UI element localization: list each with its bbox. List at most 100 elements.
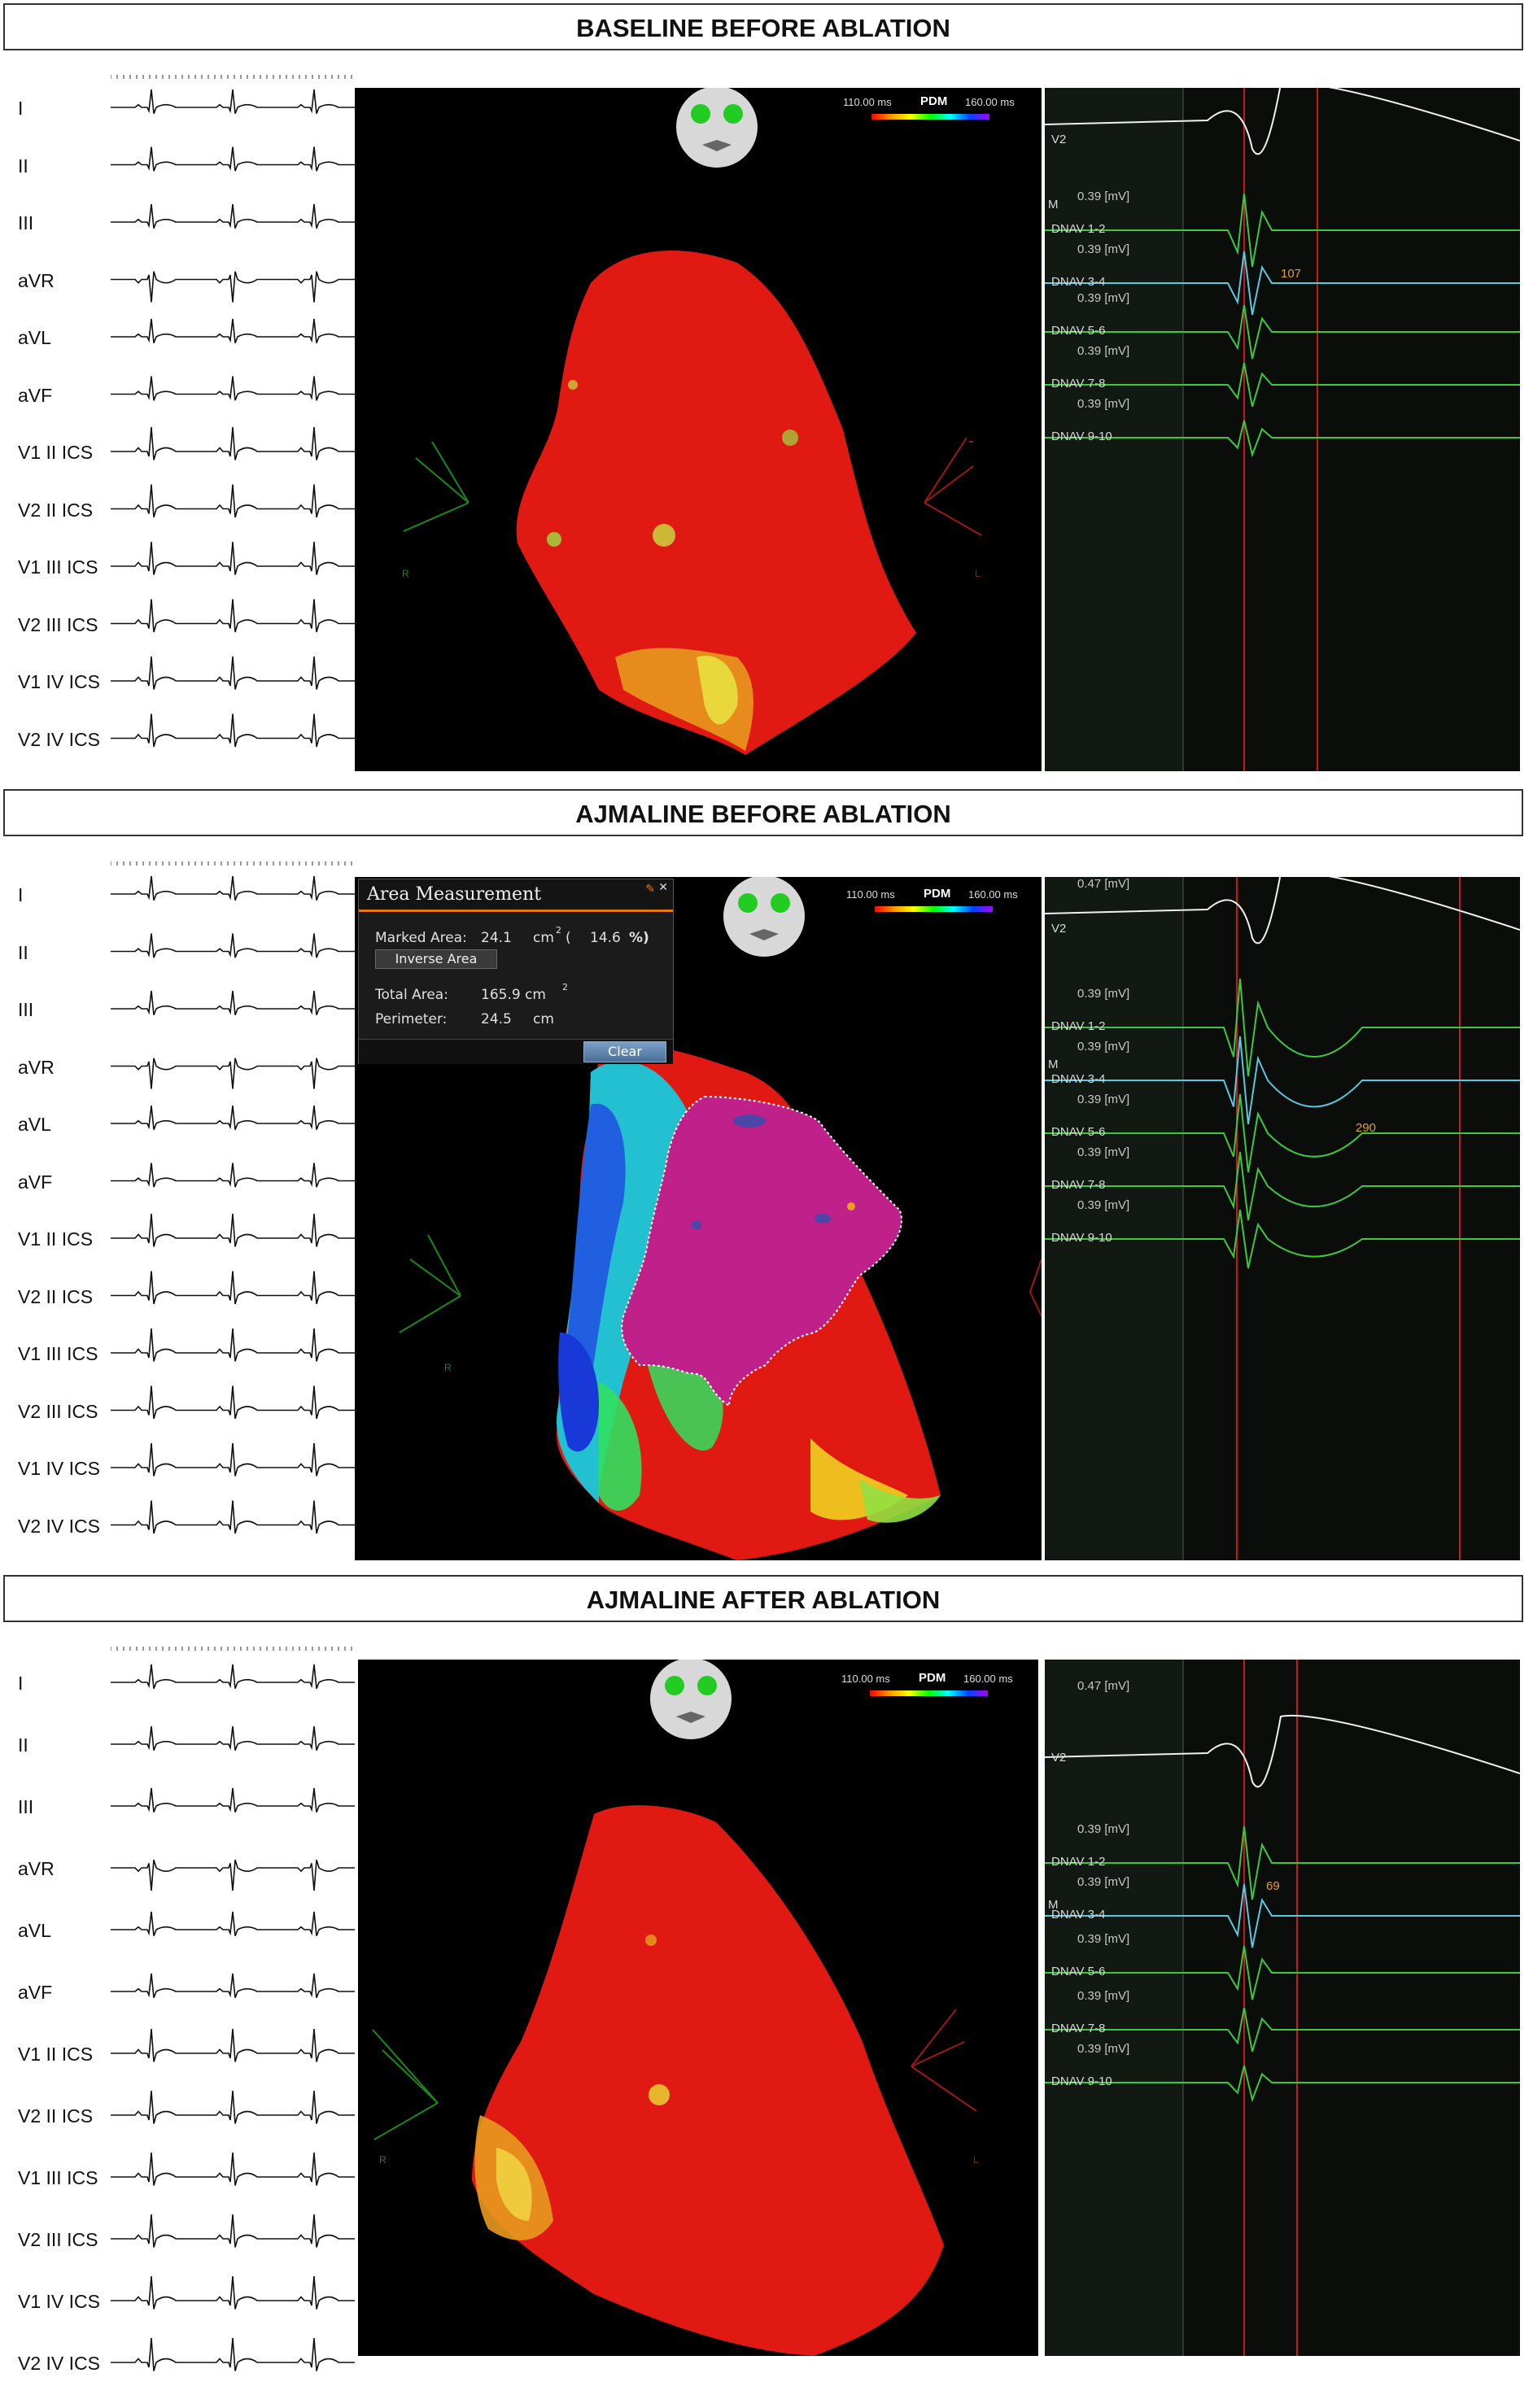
ecg-trace <box>111 426 355 460</box>
close-icon[interactable]: ✕ <box>658 881 668 894</box>
gain-label: 0.39 [mV] <box>1077 397 1130 411</box>
lead-label-v2-iii-ics: V2 III ICS <box>18 613 98 635</box>
axis-label-l: L <box>973 2154 979 2166</box>
ecg-12-lead-panel: I II III aVR aVL aVF V1 II ICS V2 II ICS V1 III … <box>0 850 355 1566</box>
lead-label-v1-iv-ics: V1 IV ICS <box>18 2291 100 2312</box>
pdm-gradient-bar <box>875 906 993 912</box>
ecg-trace <box>111 1725 355 1751</box>
activation-map-ajmaline-after[interactable]: R L 110.00 ms PDM 160.00 ms <box>358 1660 1038 2356</box>
axis-label-r: R <box>402 568 409 579</box>
pin-icon[interactable]: ✎ <box>645 883 655 896</box>
lead-label-v2-ii-ics: V2 II ICS <box>18 499 94 521</box>
lead-label-avl: aVL <box>18 1114 51 1135</box>
scale-max: 160.00 ms <box>963 1673 1013 1685</box>
lead-label-v1-ii-ics: V1 II ICS <box>18 2044 94 2065</box>
electrogram-panel-ajmaline-after[interactable]: 0.47 [mV] V2 M 0.39 [mV] DNAV 1-2 0.39 [mV] DN… <box>1045 1660 1520 2356</box>
ecg-ruler <box>111 1647 352 1651</box>
orientation-axis-left <box>372 2029 439 2140</box>
activation-map-ajmaline-before[interactable]: R 110.00 ms PDM 160.00 ms Area Measureme… <box>355 877 1042 1560</box>
gain-label: 0.39 [mV] <box>1077 242 1130 256</box>
area-measurement-dialog[interactable]: Area Measurement ✎ ✕ Marked Area: 24.1 c… <box>358 879 674 1064</box>
inverse-area-button[interactable]: Inverse Area <box>375 949 497 969</box>
gain-label: 0.39 [mV] <box>1077 2042 1130 2056</box>
ecg-trace <box>111 1911 355 1936</box>
channel-label-dnav-5-6: DNAV 5-6 <box>1051 1125 1106 1139</box>
ecg-trace <box>111 1500 355 1534</box>
gain-label: 0.39 [mV] <box>1077 291 1130 305</box>
orientation-axis-right <box>1029 1259 1042 1317</box>
lead-label-v1-iii-ics: V1 III ICS <box>18 556 98 578</box>
ecg-trace <box>111 599 355 633</box>
gain-label: 0.39 [mV] <box>1077 1989 1130 2003</box>
face-orientation-icon[interactable] <box>674 88 760 173</box>
channel-label-dnav-1-2: DNAV 1-2 <box>1051 1019 1106 1033</box>
ecg-trace <box>111 1058 355 1089</box>
lead-label-avr: aVR <box>18 1858 55 1879</box>
ecg-trace <box>111 1787 355 1813</box>
ecg-trace <box>111 1664 355 1689</box>
channel-label-dnav-3-4: DNAV 3-4 <box>1051 1072 1106 1086</box>
electrogram-panel-baseline[interactable]: V2 M 0.39 [mV] DNAV 1-2 0.39 [mV] DNAV 3-4 0.3… <box>1045 88 1520 771</box>
ecg-trace <box>111 271 355 303</box>
channel-label-v2: V2 <box>1051 922 1067 936</box>
perimeter-value: 24.5 <box>481 1011 512 1027</box>
dialog-title: Area Measurement <box>359 879 673 912</box>
gain-label-v2: 0.47 [mV] <box>1077 877 1130 891</box>
channel-label-dnav-5-6: DNAV 5-6 <box>1051 1965 1106 1978</box>
channel-label-dnav-3-4: DNAV 3-4 <box>1051 275 1106 289</box>
ecg-12-lead-panel: I II III aVR aVL aVF V1 II ICS V2 II ICS V1 III … <box>0 1635 355 2374</box>
channel-label-dnav-1-2: DNAV 1-2 <box>1051 222 1106 236</box>
ecg-trace <box>111 484 355 518</box>
electrogram-panel-ajmaline-before[interactable]: 0.47 [mV] V2 M 0.39 [mV] DNAV 1-2 0.39 [mV] DN… <box>1045 877 1520 1560</box>
activation-map-baseline[interactable]: R L 110.00 ms PDM 160.00 ms <box>355 88 1042 771</box>
ecg-trace <box>111 2028 355 2062</box>
orientation-axis-right <box>924 437 982 536</box>
gain-label: 0.39 [mV] <box>1077 1932 1130 1946</box>
interval-value: 290 <box>1356 1121 1377 1135</box>
total-area-value: 165.9 cm <box>481 987 546 1003</box>
ecg-trace <box>111 713 355 748</box>
axis-label-l: L <box>975 568 981 579</box>
lead-label-v1-iv-ics: V1 IV ICS <box>18 671 100 692</box>
pdm-color-scale: 110.00 ms PDM 160.00 ms <box>841 1671 1029 1703</box>
perimeter-unit: cm <box>533 1011 554 1027</box>
scale-min: 110.00 ms <box>841 1673 890 1685</box>
ecg-trace <box>111 2337 355 2371</box>
ecg-trace <box>111 2090 355 2124</box>
pdm-gradient-bar <box>870 1690 988 1696</box>
channel-label-dnav-9-10: DNAV 9-10 <box>1051 430 1112 443</box>
ecg-trace <box>111 541 355 575</box>
clear-button[interactable]: Clear <box>583 1041 666 1062</box>
section-title-ajmaline-before: AJMALINE BEFORE ABLATION <box>3 789 1523 836</box>
perimeter-label: Perimeter: <box>375 1011 448 1027</box>
pdm-label: PDM <box>919 1671 946 1685</box>
channel-label-dnav-9-10: DNAV 9-10 <box>1051 2074 1112 2088</box>
total-area-label: Total Area: <box>375 987 448 1003</box>
lead-label-v2-ii-ics: V2 II ICS <box>18 1285 94 1307</box>
gain-label: 0.39 [mV] <box>1077 190 1130 203</box>
interval-value: 107 <box>1281 267 1302 281</box>
lead-label-i: I <box>18 884 24 905</box>
pdm-label: PDM <box>920 94 948 108</box>
superscript-2: 2 <box>556 925 561 936</box>
ecg-trace <box>111 376 355 401</box>
face-orientation-icon[interactable] <box>721 877 807 962</box>
face-orientation-icon[interactable] <box>648 1660 734 1745</box>
ecg-trace <box>111 146 355 172</box>
ecg-trace <box>111 1973 355 1998</box>
pdm-color-scale: 110.00 ms PDM 160.00 ms <box>843 94 1030 127</box>
axis-label-r: R <box>444 1362 452 1373</box>
lead-label-avf: aVF <box>18 1171 53 1193</box>
lead-label-avl: aVL <box>18 1920 51 1941</box>
ecg-trace <box>111 1271 355 1305</box>
marked-area-percent: 14.6 <box>590 930 621 946</box>
scale-min: 110.00 ms <box>843 96 892 108</box>
section-title-baseline: BASELINE BEFORE ABLATION <box>3 3 1523 50</box>
heart-surface <box>472 1805 944 2356</box>
ecg-trace <box>111 89 355 114</box>
lead-label-iii: III <box>18 212 34 233</box>
channel-label-dnav-1-2: DNAV 1-2 <box>1051 1855 1106 1869</box>
ecg-trace <box>111 1163 355 1188</box>
orientation-axis-right <box>911 2009 977 2112</box>
lead-label-avf: aVF <box>18 1982 53 2003</box>
